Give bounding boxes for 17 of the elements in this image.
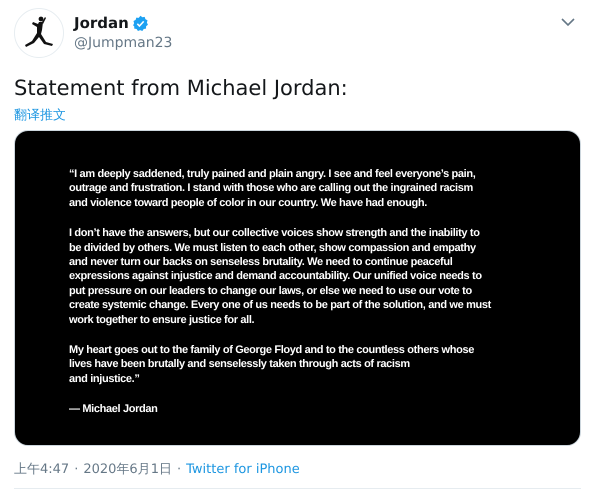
statement-paragraph: “I am deeply saddened, truly pained and plain angry. I see and feel everyone’s pain, outrage and frustration. I stand with those who are calling out the ingrained racism and violence toward people of color in our country. We have had enough. (69, 167, 476, 210)
statement-paragraph: — Michael Jordan (69, 402, 158, 417)
tweet-date[interactable]: 2020年6月1日 (83, 460, 172, 478)
tweet-text: Statement from Michael Jordan: (14, 76, 349, 100)
tweet-time[interactable]: 上午4:47 (14, 460, 70, 478)
jumpman-logo-icon (24, 16, 54, 50)
chevron-down-icon[interactable] (561, 18, 575, 27)
separator-dot: · (176, 462, 182, 476)
source-link[interactable]: Twitter for iPhone (186, 462, 300, 476)
separator-dot: · (74, 462, 78, 476)
statement-paragraph: My heart goes out to the family of George Floyd and to the countless others whose lives have been brutally and senselessly taken through acts of racism and injustice.” (69, 343, 474, 386)
translate-link[interactable]: 翻译推文 (14, 106, 66, 124)
statement-image[interactable] (14, 130, 581, 446)
author-name[interactable]: Jordan (74, 14, 129, 32)
avatar[interactable] (14, 8, 64, 58)
statement-paragraph: I don’t have the answers, but our collective voices show strength and the inability to be divided by others. We must listen to each other, show compassion and empathy and never turn our backs on senseless brutality. We need to continue peaceful expressions against injustice and demand accountability. Our unified voice needs to put pressure on our leaders to change our laws, or else we need to use our vote to create systemic change. Every one of us needs to be part of the solution, and we must work together to ensure justice for all. (69, 226, 491, 328)
author-handle[interactable]: @Jumpman23 (74, 35, 172, 51)
